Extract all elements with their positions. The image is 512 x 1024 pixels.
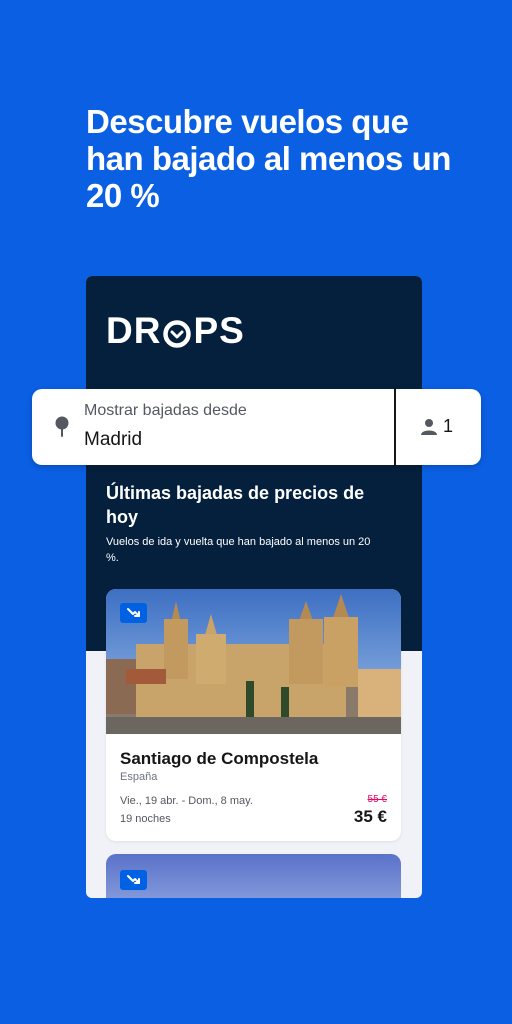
origin-search-value: Madrid [84,429,143,450]
origin-search[interactable]: Mostrar bajadas desde Madrid 1 [32,389,481,465]
deal-nights: 19 noches [120,813,171,825]
deal-country: España [120,771,158,783]
price-drop-icon [120,870,147,890]
section-title: Últimas bajadas de precios de hoy [106,483,365,527]
drops-logo: DR PS [106,310,245,351]
deal-price: 35 € [353,807,387,826]
promo-headline: Descubre vuelos que han bajado al menos … [86,103,451,214]
deal-card[interactable]: Santiago de Compostela España Vie., 19 a… [106,589,401,841]
origin-search-label: Mostrar bajadas desde [84,402,247,419]
logo-text-right: PS [193,310,245,351]
destination-image [106,589,401,734]
price-drop-icon [120,603,147,623]
search-divider [394,389,396,465]
drops-logo-arrow-icon [162,316,192,348]
location-pin-icon [55,416,69,437]
deal-destination: Santiago de Compostela [120,749,319,768]
logo-text-left: DR [106,310,162,351]
deal-card[interactable] [106,854,401,898]
travellers-count[interactable]: 1 [443,416,453,437]
person-icon[interactable] [420,418,438,436]
section-subtitle: Vuelos de ida y vuelta que han bajado al… [106,536,371,564]
app-preview: DR PS Últimas bajadas de precios de hoy … [86,276,422,898]
deal-dates: Vie., 19 abr. - Dom., 8 may. [120,795,253,807]
deal-old-price: 55 € [367,794,387,805]
